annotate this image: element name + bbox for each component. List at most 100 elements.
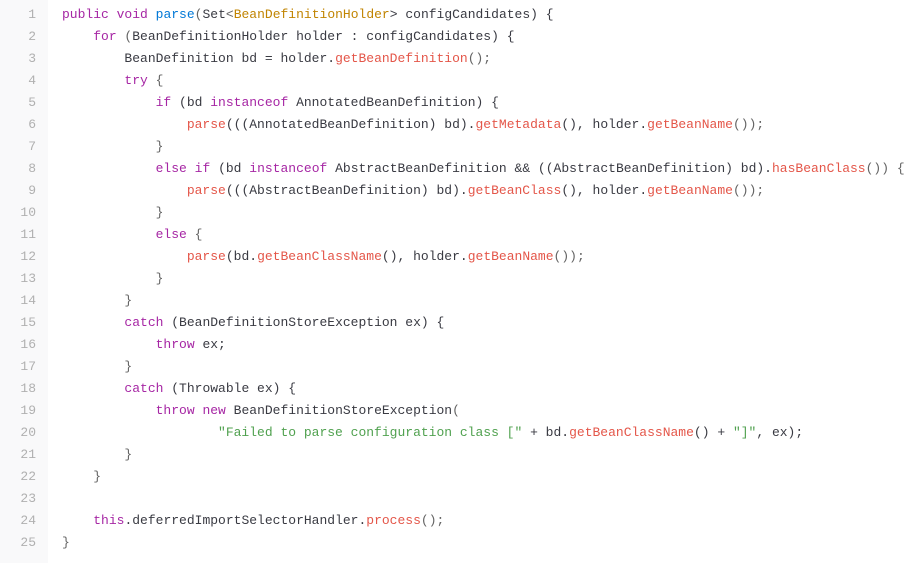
line-number: 16 [0, 334, 36, 356]
token-call: parse [187, 183, 226, 198]
code-line[interactable]: for (BeanDefinitionHolder holder : confi… [62, 26, 917, 48]
token-punc [62, 73, 124, 88]
code-line[interactable]: "Failed to parse configuration class [" … [62, 422, 917, 444]
line-number: 22 [0, 466, 36, 488]
line-number: 18 [0, 378, 36, 400]
line-number: 4 [0, 70, 36, 92]
token-var: (bd [171, 95, 210, 110]
code-line[interactable]: } [62, 268, 917, 290]
token-punc: { [187, 227, 203, 242]
token-call: getBeanDefinition [335, 51, 468, 66]
code-line[interactable]: else if (bd instanceof AbstractBeanDefin… [62, 158, 917, 180]
token-kw: this [93, 513, 124, 528]
token-punc: ()) { [866, 161, 905, 176]
token-call: getBeanClassName [569, 425, 694, 440]
code-line[interactable]: } [62, 356, 917, 378]
token-punc [62, 249, 187, 264]
code-line[interactable]: catch (Throwable ex) { [62, 378, 917, 400]
token-punc [62, 425, 218, 440]
token-punc [187, 161, 195, 176]
token-kw: public [62, 7, 109, 22]
token-var: AnnotatedBeanDefinition) { [288, 95, 499, 110]
token-call: getMetadata [475, 117, 561, 132]
line-number: 13 [0, 268, 36, 290]
token-var: .deferredImportSelectorHandler. [124, 513, 366, 528]
code-line[interactable]: throw ex; [62, 334, 917, 356]
line-number: 15 [0, 312, 36, 334]
token-punc [62, 29, 93, 44]
token-var: holder : configCandidates) { [288, 29, 514, 44]
token-punc: ()); [733, 183, 764, 198]
token-punc: (); [468, 51, 491, 66]
code-line[interactable]: BeanDefinition bd = holder.getBeanDefini… [62, 48, 917, 70]
code-line[interactable]: parse(((AbstractBeanDefinition) bd).getB… [62, 180, 917, 202]
line-number: 23 [0, 488, 36, 510]
token-var: (), holder. [561, 117, 647, 132]
token-type: BeanDefinitionHolder [234, 7, 390, 22]
token-var: BeanDefinitionStoreException [234, 403, 452, 418]
token-str: "Failed to parse configuration class [" [218, 425, 522, 440]
token-punc: ( [117, 29, 133, 44]
token-punc: } [62, 359, 132, 374]
code-line[interactable]: else { [62, 224, 917, 246]
token-punc [62, 337, 156, 352]
code-line[interactable]: } [62, 532, 917, 554]
token-punc [148, 7, 156, 22]
token-call: parse [187, 117, 226, 132]
line-number: 19 [0, 400, 36, 422]
code-line[interactable]: public void parse(Set<BeanDefinitionHold… [62, 4, 917, 26]
line-number: 3 [0, 48, 36, 70]
token-var: + bd. [522, 425, 569, 440]
token-kw: instanceof [210, 95, 288, 110]
token-kw: else [156, 227, 187, 242]
token-punc [62, 95, 156, 110]
token-punc [109, 7, 117, 22]
token-kw: throw [156, 337, 195, 352]
token-var: (bd. [226, 249, 257, 264]
token-punc: { [148, 73, 164, 88]
token-str: "]" [733, 425, 756, 440]
token-var: Set [202, 7, 225, 22]
token-punc: } [62, 535, 70, 550]
code-line[interactable]: } [62, 466, 917, 488]
code-line[interactable]: parse(((AnnotatedBeanDefinition) bd).get… [62, 114, 917, 136]
token-var: BeanDefinition [124, 51, 233, 66]
code-line[interactable]: } [62, 136, 917, 158]
line-number: 11 [0, 224, 36, 246]
token-punc: ()); [554, 249, 585, 264]
token-punc: } [62, 205, 163, 220]
line-number: 17 [0, 356, 36, 378]
token-var: > configCandidates) { [390, 7, 554, 22]
line-number: 24 [0, 510, 36, 532]
code-line[interactable]: if (bd instanceof AnnotatedBeanDefinitio… [62, 92, 917, 114]
token-call: getBeanName [647, 183, 733, 198]
code-line[interactable]: throw new BeanDefinitionStoreException( [62, 400, 917, 422]
token-call: hasBeanClass [772, 161, 866, 176]
code-line[interactable]: this.deferredImportSelectorHandler.proce… [62, 510, 917, 532]
token-call: getBeanName [647, 117, 733, 132]
token-punc: } [62, 447, 132, 462]
line-number-gutter: 1234567891011121314151617181920212223242… [0, 0, 48, 563]
code-area[interactable]: public void parse(Set<BeanDefinitionHold… [48, 0, 917, 563]
token-punc [62, 381, 124, 396]
line-number: 5 [0, 92, 36, 114]
code-line[interactable]: parse(bd.getBeanClassName(), holder.getB… [62, 246, 917, 268]
token-call: getBeanName [468, 249, 554, 264]
line-number: 6 [0, 114, 36, 136]
token-var: (Throwable ex) { [163, 381, 296, 396]
token-kw: if [195, 161, 211, 176]
token-kw: for [93, 29, 116, 44]
code-line[interactable]: } [62, 202, 917, 224]
token-var: (bd [210, 161, 249, 176]
code-line[interactable]: } [62, 290, 917, 312]
token-var: bd = holder. [234, 51, 335, 66]
line-number: 2 [0, 26, 36, 48]
code-line[interactable] [62, 488, 917, 510]
code-line[interactable]: try { [62, 70, 917, 92]
code-line[interactable]: catch (BeanDefinitionStoreException ex) … [62, 312, 917, 334]
token-var: , ex); [756, 425, 803, 440]
code-line[interactable]: } [62, 444, 917, 466]
token-kw: else [156, 161, 187, 176]
token-kw: void [117, 7, 148, 22]
token-var: AbstractBeanDefinition && ((AbstractBean… [327, 161, 772, 176]
